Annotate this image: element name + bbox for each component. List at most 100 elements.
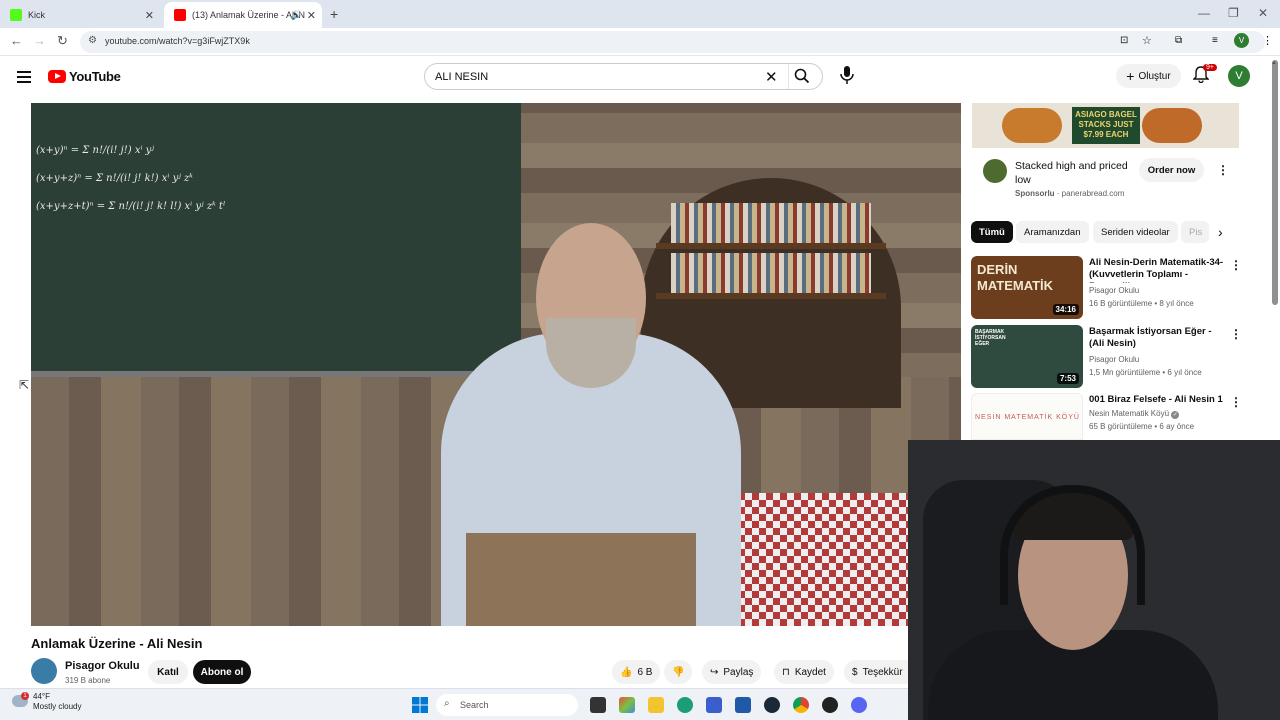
video-player[interactable]: (x+y)ⁿ = Σ n!/(i! j!) xⁱ yʲ (x+y+z)ⁿ = Σ… — [31, 103, 961, 626]
webcam-overlay — [908, 440, 1280, 720]
search-box[interactable]: ALI NESIN ✕ — [424, 63, 823, 90]
weather-alert-badge: 1 — [21, 692, 29, 700]
file-explorer-icon[interactable] — [648, 697, 664, 713]
close-tab-icon[interactable]: ✕ — [145, 9, 154, 22]
windows-start-icon[interactable] — [412, 697, 428, 718]
save-button[interactable]: ⊓ Kaydet — [774, 660, 834, 684]
clear-search-icon[interactable]: ✕ — [765, 68, 778, 86]
ad-more-icon[interactable]: ⋮ — [1217, 163, 1229, 177]
sponsored-label: Sponsorlu — [1015, 189, 1055, 198]
rec-title[interactable]: Başarmak İstiyorsan Eğer - (Ali Nesin) — [1089, 326, 1229, 350]
chip-series-videos[interactable]: Seriden videolar — [1093, 221, 1178, 243]
ad-banner-text: ASIAGO BAGEL STACKS JUST $7.99 EACH — [1072, 107, 1140, 144]
youtube-logo[interactable]: YouTube — [48, 69, 121, 84]
steam-icon[interactable] — [764, 697, 780, 713]
like-count: 6 B — [637, 666, 653, 678]
join-button[interactable]: Katıl — [148, 660, 188, 684]
rec-more-icon[interactable]: ⋮ — [1230, 395, 1242, 409]
share-label: Paylaş — [723, 666, 754, 678]
rec-title[interactable]: Ali Nesin-Derin Matematik-34- (Kuvvetler… — [1089, 257, 1229, 283]
bookmark-icon: ⊓ — [782, 666, 790, 678]
close-window-icon[interactable]: ✕ — [1258, 6, 1268, 20]
store-icon[interactable] — [706, 697, 722, 713]
chip-all[interactable]: Tümü — [971, 221, 1013, 243]
save-label: Kaydet — [794, 666, 826, 678]
rec-thumbnail[interactable]: NESİN MATEMATİK KÖYÜ — [971, 393, 1083, 440]
account-avatar[interactable]: V — [1228, 65, 1250, 87]
weather-widget[interactable]: 44°F Mostly cloudy — [33, 692, 81, 712]
close-tab-icon[interactable]: ✕ — [307, 9, 316, 22]
install-icon[interactable]: ⊡ — [1120, 35, 1128, 46]
dislike-button[interactable]: 👎 — [664, 660, 693, 684]
scroll-up-arrow-icon[interactable]: ▲ — [1271, 60, 1277, 66]
video-duration: 34:16 — [1052, 304, 1079, 315]
new-tab-icon[interactable]: + — [330, 6, 338, 22]
back-icon[interactable]: ← — [10, 33, 23, 48]
search-input[interactable]: ALI NESIN — [435, 71, 488, 83]
speaker-icon[interactable]: 🔊 — [291, 10, 302, 21]
page-scrollbar[interactable] — [1272, 60, 1278, 305]
media-icon[interactable]: ≡ — [1212, 35, 1218, 46]
chalkboard — [31, 103, 521, 373]
rec-thumbnail[interactable]: DERİN MATEMATİK 34:16 — [971, 256, 1083, 319]
rec-meta: 16 B görüntüleme • 8 yıl önce — [1089, 299, 1194, 308]
chip-truncated[interactable]: Pis — [1181, 221, 1209, 243]
video-title: Anlamak Üzerine - Ali Nesin — [31, 636, 203, 651]
taskbar-search-label: Search — [460, 700, 489, 710]
notification-count-badge: 9+ — [1203, 64, 1217, 71]
ad-banner-image[interactable]: ASIAGO BAGEL STACKS JUST $7.99 EACH — [972, 103, 1239, 148]
browser-menu-icon[interactable]: ⋮ — [1262, 34, 1273, 47]
reload-icon[interactable]: ↻ — [57, 33, 68, 49]
chevron-right-icon[interactable]: › — [1218, 224, 1223, 240]
bookmark-star-icon[interactable]: ☆ — [1142, 34, 1152, 47]
verified-icon: ✓ — [1171, 411, 1180, 419]
channel-name[interactable]: Pisagor Okulu — [65, 660, 140, 672]
restore-icon[interactable]: ❐ — [1228, 6, 1239, 20]
rec-channel[interactable]: Pisagor Okulu — [1089, 286, 1139, 295]
tab-kick[interactable]: Kick ✕ — [0, 2, 160, 28]
advertiser-logo[interactable] — [983, 159, 1007, 183]
microphone-icon[interactable] — [840, 65, 854, 90]
edge-icon[interactable] — [677, 697, 693, 713]
thanks-button[interactable]: $ Teşekkür — [844, 660, 908, 684]
search-icon[interactable] — [794, 68, 810, 89]
subscribe-button[interactable]: Abone ol — [193, 660, 251, 684]
address-bar[interactable]: ⚙ youtube.com/watch?v=g3iFwjZTX9k ⊡ ☆ — [80, 31, 1265, 53]
taskbar-search-icon: ⌕ — [444, 698, 450, 709]
rec-meta: 65 B görüntüleme • 6 ay önce — [1089, 422, 1195, 431]
weather-condition: Mostly cloudy — [33, 702, 82, 711]
rec-more-icon[interactable]: ⋮ — [1230, 327, 1242, 341]
minimize-icon[interactable]: — — [1198, 6, 1210, 20]
chip-from-search[interactable]: Aramanızdan — [1016, 221, 1089, 243]
channel-avatar[interactable] — [31, 658, 57, 684]
like-button[interactable]: 👍 6 B — [612, 660, 661, 684]
browser-toolbar: ← → ↻ ⚙ youtube.com/watch?v=g3iFwjZTX9k … — [0, 28, 1280, 56]
rec-channel[interactable]: Nesin Matematik Köyü ✓ — [1089, 409, 1180, 419]
rec-title[interactable]: 001 Biraz Felsefe - Ali Nesin 1 — [1089, 394, 1229, 406]
outlook-icon[interactable] — [735, 697, 751, 713]
discord-icon[interactable] — [851, 697, 867, 713]
share-button[interactable]: ↪ Paylaş — [702, 660, 762, 684]
extensions-icon[interactable]: ⧉ — [1175, 35, 1182, 46]
taskbar-search[interactable]: ⌕ Search — [436, 694, 578, 716]
profile-avatar[interactable]: V — [1234, 33, 1249, 48]
site-info-icon[interactable]: ⚙ — [88, 35, 97, 46]
app-icon[interactable] — [822, 697, 838, 713]
rec-thumbnail[interactable]: BAŞARMAK İSTİYORSAN EĞER 7:53 — [971, 325, 1083, 388]
rec-more-icon[interactable]: ⋮ — [1230, 258, 1242, 272]
copilot-icon[interactable] — [619, 697, 635, 713]
search-divider — [788, 64, 789, 89]
forward-icon[interactable]: → — [33, 33, 46, 48]
rec-channel-name: Nesin Matematik Köyü — [1089, 409, 1170, 418]
share-icon: ↪ — [710, 666, 719, 678]
tab-youtube[interactable]: (13) Anlamak Üzerine - Ali N 🔊 ✕ — [164, 2, 322, 28]
chrome-icon[interactable] — [793, 697, 809, 713]
task-view-icon[interactable] — [590, 697, 606, 713]
ad-headline[interactable]: Stacked high and priced low — [1015, 159, 1135, 187]
create-button[interactable]: + Oluştur — [1116, 64, 1181, 88]
order-now-button[interactable]: Order now — [1139, 158, 1204, 182]
thumbs-up-icon: 👍 — [620, 666, 633, 678]
thumb-overlay-text: NESİN MATEMATİK KÖYÜ — [975, 414, 1080, 421]
rec-channel[interactable]: Pisagor Okulu — [1089, 355, 1139, 364]
menu-hamburger-icon[interactable] — [17, 71, 31, 86]
